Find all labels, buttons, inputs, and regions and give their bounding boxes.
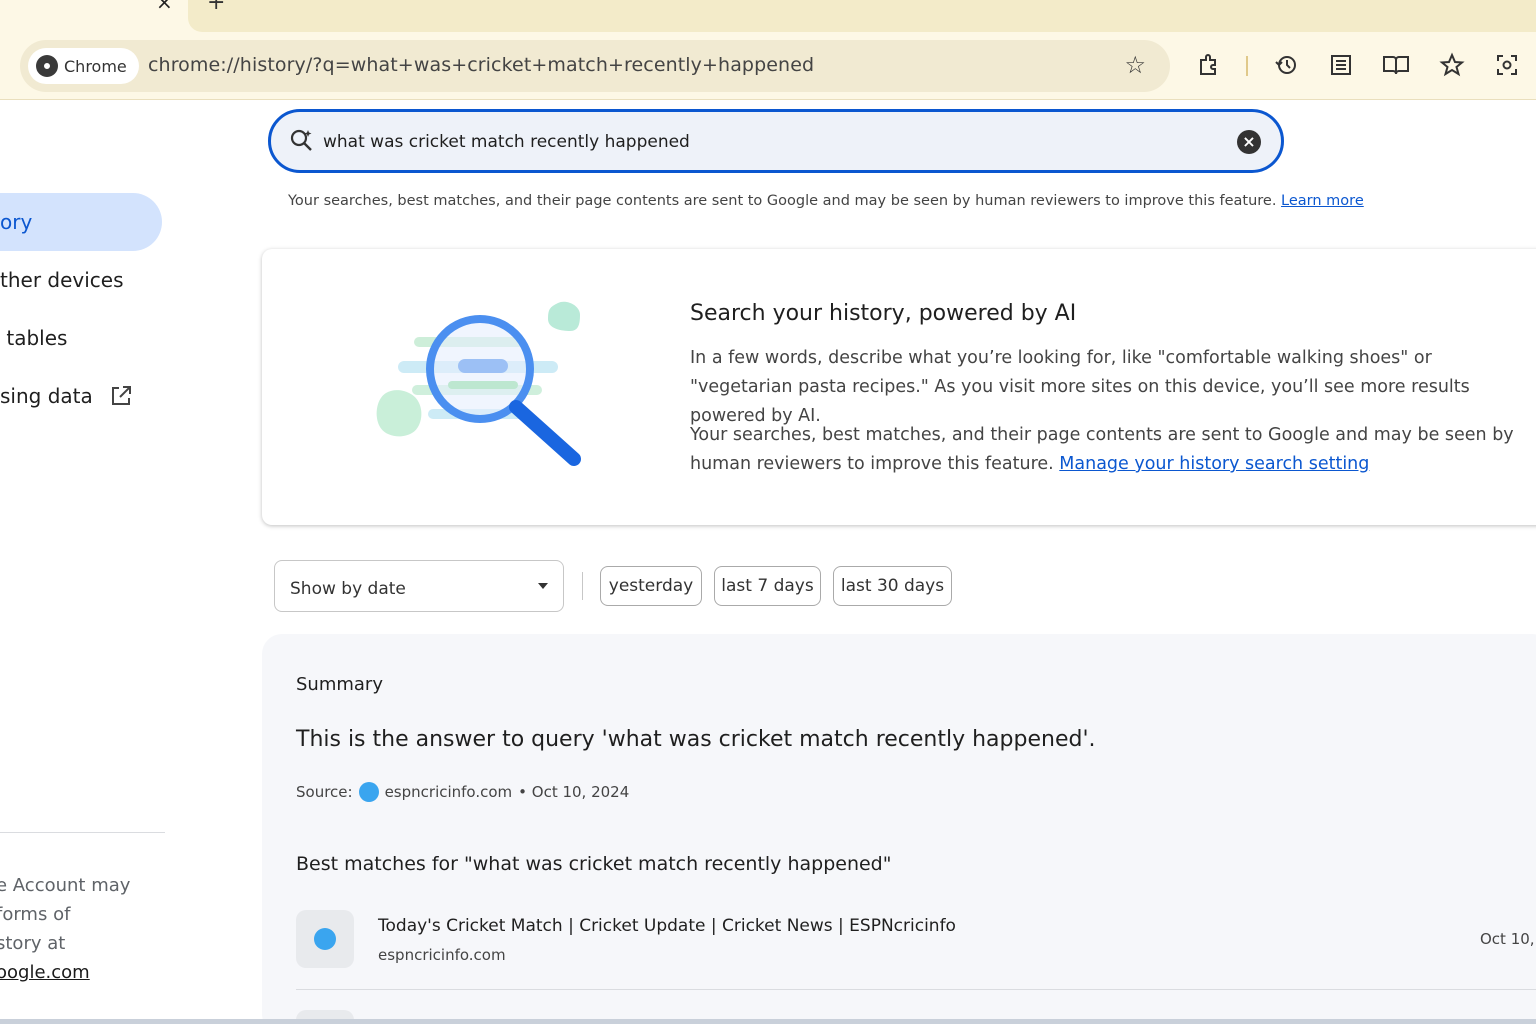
best-matches-title: Best matches for "what was cricket match… <box>296 853 892 875</box>
sidebar-account-note: e Account may forms of story at oogle.co… <box>0 871 171 987</box>
source-domain[interactable]: espncricinfo.com <box>385 783 513 801</box>
sidebar-item-label: tables <box>0 326 68 350</box>
summary-source: Source: espncricinfo.com • Oct 10, 2024 <box>296 782 629 802</box>
history-search-box[interactable]: what was cricket match recently happened… <box>268 109 1284 173</box>
chip-label: yesterday <box>608 576 694 596</box>
dropdown-value: Show by date <box>290 579 406 599</box>
history-sidebar: ory ther devices tables sing data e Acco… <box>0 101 180 1024</box>
reading-mode-icon[interactable] <box>1381 50 1411 80</box>
summary-label: Summary <box>296 674 383 695</box>
sidebar-divider <box>0 832 165 833</box>
sidebar-item-history[interactable]: ory <box>0 193 162 251</box>
lens-icon[interactable] <box>1492 50 1522 80</box>
promo-description: In a few words, describe what you’re loo… <box>690 348 1470 426</box>
sidebar-item-label: ory <box>0 210 33 234</box>
sidebar-item-clear-browsing-data[interactable]: sing data <box>0 367 162 425</box>
manage-history-search-link[interactable]: Manage your history search setting <box>1059 454 1369 474</box>
bookmarks-icon[interactable] <box>1437 50 1467 80</box>
bookmark-star-icon[interactable]: ☆ <box>1124 51 1146 79</box>
url-text[interactable]: chrome://history/?q=what+was+cricket+mat… <box>148 54 814 76</box>
site-favicon-icon <box>358 782 379 802</box>
tab-strip: × + <box>0 0 1536 32</box>
tab-strip-background <box>188 0 1536 32</box>
my-activity-link[interactable]: oogle.com <box>0 962 90 983</box>
sidebar-item-other-devices[interactable]: ther devices <box>0 251 162 309</box>
ai-history-promo-card: Search your history, powered by AI In a … <box>262 249 1536 525</box>
new-tab-button[interactable]: + <box>207 0 225 14</box>
result-date: Oct 10, 2 <box>1480 930 1536 948</box>
magnifier-illustration <box>348 297 598 477</box>
search-disclaimer: Your searches, best matches, and their p… <box>288 193 1364 209</box>
chrome-site-chip[interactable]: Chrome <box>28 48 139 84</box>
sidebar-item-label: ther devices <box>0 268 124 292</box>
source-date: • Oct 10, 2024 <box>518 783 630 801</box>
chip-label: last 30 days <box>840 576 945 596</box>
list-item[interactable]: Today's Cricket Match | Cricket Update |… <box>296 910 1536 990</box>
chrome-logo-icon <box>36 55 58 77</box>
search-input[interactable]: what was cricket match recently happened <box>323 132 690 152</box>
ai-search-icon <box>289 128 315 154</box>
toolbar-separator <box>1246 56 1248 76</box>
promo-privacy-note: Your searches, best matches, and their p… <box>690 421 1520 479</box>
clear-search-icon[interactable]: × <box>1237 130 1261 154</box>
chip-last-7-days[interactable]: last 7 days <box>714 566 821 606</box>
learn-more-link[interactable]: Learn more <box>1281 193 1364 209</box>
summary-answer: This is the answer to query 'what was cr… <box>296 727 1096 752</box>
chip-label: last 7 days <box>721 576 814 596</box>
history-icon[interactable] <box>1271 50 1301 80</box>
promo-title: Search your history, powered by AI <box>690 301 1077 326</box>
window-bottom-edge <box>0 1019 1536 1024</box>
address-bar[interactable]: Chrome chrome://history/?q=what+was+cric… <box>20 40 1170 92</box>
result-favicon <box>296 910 354 968</box>
result-title[interactable]: Today's Cricket Match | Cricket Update |… <box>378 916 956 936</box>
result-domain: espncricinfo.com <box>378 946 506 964</box>
disclaimer-text: Your searches, best matches, and their p… <box>288 193 1282 209</box>
site-favicon-icon <box>314 928 336 950</box>
reading-list-icon[interactable] <box>1326 50 1356 80</box>
filter-separator <box>582 572 583 600</box>
summary-card: Summary This is the answer to query 'wha… <box>262 634 1536 1024</box>
note-line: e Account may <box>0 875 131 896</box>
source-prefix: Source: <box>296 783 353 801</box>
open-in-new-icon <box>109 384 133 408</box>
show-by-date-dropdown[interactable]: Show by date <box>274 560 564 612</box>
dropdown-caret-icon <box>538 583 548 589</box>
close-tab-icon[interactable]: × <box>156 0 173 12</box>
sidebar-item-label: sing data <box>0 384 93 408</box>
chip-yesterday[interactable]: yesterday <box>600 566 702 606</box>
browser-toolbar: Chrome chrome://history/?q=what+was+cric… <box>0 32 1536 100</box>
extensions-icon[interactable] <box>1194 50 1224 80</box>
note-line: forms of <box>0 904 71 925</box>
chip-last-30-days[interactable]: last 30 days <box>833 566 952 606</box>
sidebar-item-tab-groups[interactable]: tables <box>0 309 162 367</box>
chrome-chip-label: Chrome <box>64 56 127 76</box>
note-line: story at <box>0 933 66 954</box>
